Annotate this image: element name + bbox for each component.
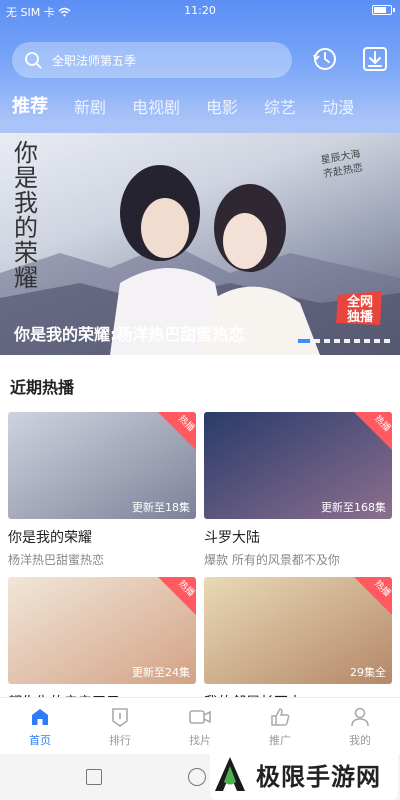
show-title[interactable]: 斗罗大陆 [204,527,392,547]
carousel-dot[interactable] [354,339,360,343]
carousel-dot[interactable] [314,339,320,343]
nav-home[interactable]: 首页 [0,698,80,754]
carousel-dot[interactable] [364,339,370,343]
carousel-dot[interactable] [344,339,350,343]
nav-mine-label: 我的 [349,734,371,747]
tab-variety[interactable]: 综艺 [264,94,296,118]
category-tabs: 推荐 新剧 电视剧 电影 综艺 动漫 [0,88,400,118]
tab-tv-series[interactable]: 电视剧 [132,94,180,118]
search-row: 全职法师第五季 [12,42,392,78]
tab-anime[interactable]: 动漫 [322,94,354,118]
home-icon [32,709,48,725]
search-placeholder: 全职法师第五季 [52,53,137,68]
show-card[interactable]: 热播 更新至168集 斗罗大陆 爆款 所有的风景都不及你 [204,412,392,568]
carousel-dot[interactable] [298,339,310,343]
section-title: 近期热播 [10,378,75,397]
status-bar: 无 SIM 卡 11:20 [0,0,400,22]
nav-promote[interactable]: 推广 [240,698,320,754]
video-camera-icon [189,710,211,724]
nav-ranking[interactable]: 排行 [80,698,160,754]
history-icon[interactable] [310,44,340,74]
hot-badge: 热播 [354,412,392,450]
user-icon [351,707,369,727]
show-description: 爆款 所有的风景都不及你 [204,553,340,567]
hero-banner[interactable]: 你是我的荣耀 星辰大海 齐赴热恋 全网 独播 你是我的荣耀:杨洋热巴甜蜜热恋 [0,133,400,355]
hot-badge: 热播 [354,577,392,615]
nav-promote-label: 推广 [269,734,291,747]
nav-find[interactable]: 找片 [160,698,240,754]
show-thumbnail[interactable]: 热播 更新至168集 [204,412,392,519]
site-watermark: 极限手游网 [210,748,398,800]
episode-update: 29集全 [350,666,386,679]
show-description: 杨洋热巴甜蜜热恋 [8,553,105,567]
carousel-dot[interactable] [384,339,390,343]
watermark-logo-icon [215,757,245,791]
show-card[interactable]: 热播 更新至18集 你是我的荣耀 杨洋热巴甜蜜热恋 [8,412,196,568]
banner-caption: 你是我的荣耀:杨洋热巴甜蜜热恋 [14,325,245,344]
hot-badge: 热播 [158,412,196,450]
nav-home-label: 首页 [29,734,51,747]
recent-apps-button[interactable] [86,769,102,785]
exclusive-badge-text-1: 全网 [346,294,373,310]
show-thumbnail[interactable]: 热播 更新至18集 [8,412,196,519]
ranking-icon [112,708,128,727]
carousel-dot[interactable] [324,339,330,343]
episode-update: 更新至24集 [132,666,190,679]
carousel-dot[interactable] [374,339,380,343]
episode-update: 更新至168集 [321,501,386,514]
battery-icon [372,5,395,15]
clock: 11:20 [184,4,216,17]
tab-movie[interactable]: 电影 [206,94,238,118]
carousel-dots[interactable] [298,339,390,343]
nav-find-label: 找片 [189,734,211,747]
nav-ranking-label: 排行 [109,734,131,747]
tab-new-drama[interactable]: 新剧 [74,94,106,118]
bottom-nav: 首页 排行 找片 推广 我的 [0,697,400,754]
show-card[interactable]: 热播 29集全 我的邻居长不大 [204,577,392,712]
nav-mine[interactable]: 我的 [320,698,400,754]
hot-badge: 热播 [158,577,196,615]
thumbs-up-icon [271,708,290,726]
search-icon [25,52,42,69]
download-icon[interactable] [360,44,390,74]
home-button[interactable] [188,768,206,786]
tab-recommend[interactable]: 推荐 [12,92,48,118]
watermark-text: 极限手游网 [256,762,381,791]
show-card[interactable]: 热播 更新至24集 都失失的亲亲王子 [8,577,196,712]
battery-level [374,7,386,13]
episode-update: 更新至18集 [132,501,190,514]
carousel-dot[interactable] [334,339,340,343]
exclusive-badge-text-2: 独播 [347,309,374,325]
show-title[interactable]: 你是我的荣耀 [8,527,196,547]
exclusive-badge-icon: 全网 独播 [336,291,382,325]
show-thumbnail[interactable]: 热播 更新至24集 [8,577,196,684]
show-thumbnail[interactable]: 热播 29集全 [204,577,392,684]
search-input[interactable]: 全职法师第五季 [12,42,292,78]
banner-calligraphy: 你是我的荣耀 [14,139,38,292]
